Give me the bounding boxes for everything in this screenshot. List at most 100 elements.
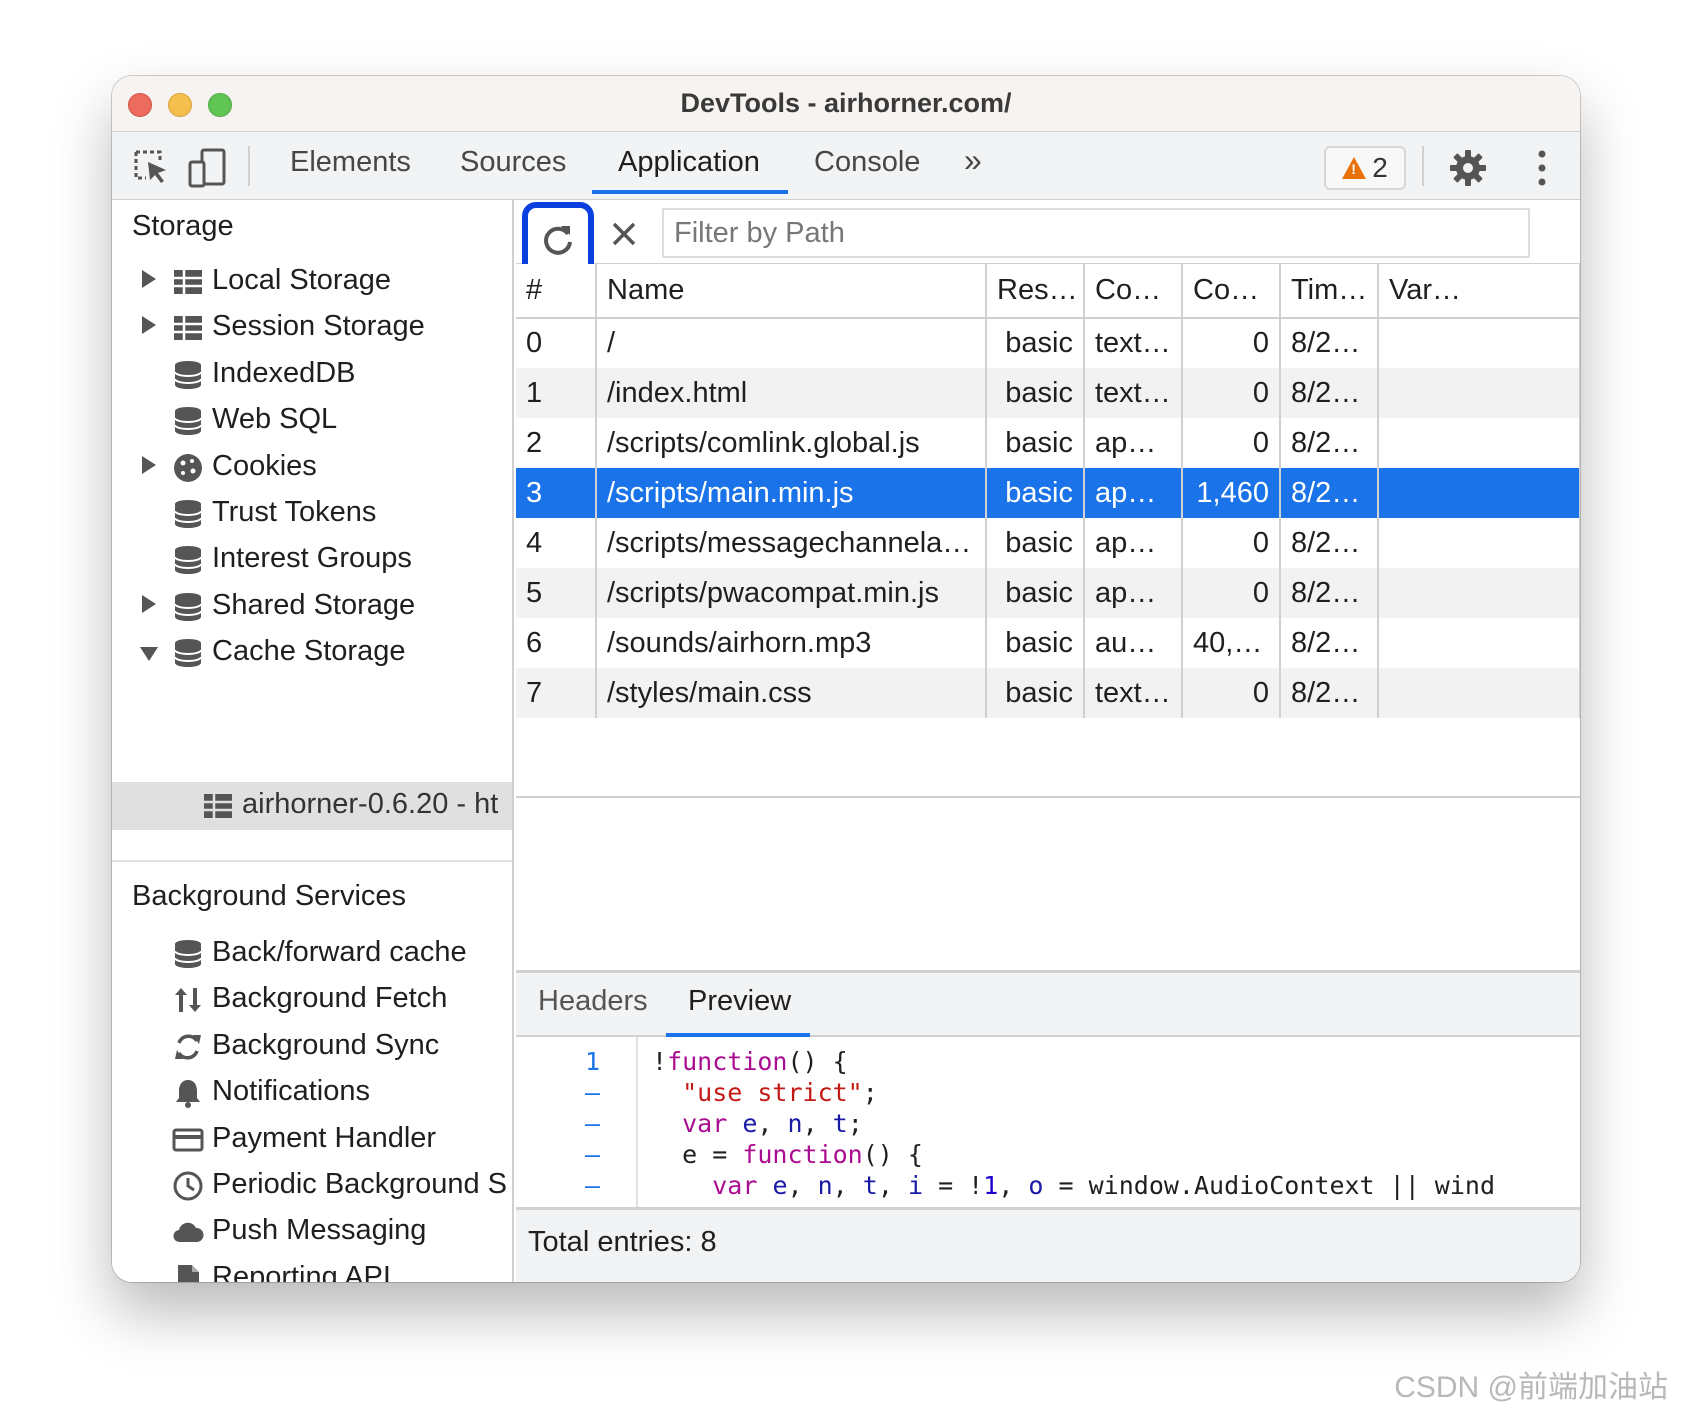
column-header-content-length[interactable]: Co… — [1182, 264, 1281, 319]
cell-content-length: 0 — [1182, 568, 1281, 618]
inspect-element-icon[interactable] — [132, 148, 172, 188]
line-number-gutter: 1– – – – — [516, 1037, 638, 1207]
column-header-name[interactable]: Name — [596, 264, 987, 319]
tab-headers[interactable]: Headers — [538, 985, 648, 1018]
application-sidebar: Storage Local Storage Session Storage Inde… — [112, 200, 514, 1282]
cell-vary — [1378, 318, 1580, 368]
cell-name: / — [596, 318, 987, 368]
cell-vary — [1378, 468, 1580, 518]
sidebar-item-background-sync[interactable]: Background Sync — [112, 1023, 512, 1071]
cell-content-length: 40,… — [1182, 618, 1281, 668]
sidebar-item-session-storage[interactable]: Session Storage — [112, 304, 512, 352]
database-icon — [174, 940, 202, 968]
table-row[interactable]: 2/scripts/comlink.global.js basic app… 0 8/2… — [516, 418, 1580, 468]
more-options-icon[interactable] — [1522, 148, 1562, 188]
more-tabs-button[interactable]: » — [964, 142, 982, 196]
cell-response-type: basic — [986, 668, 1085, 718]
sidebar-item-interest-groups[interactable]: Interest Groups — [112, 536, 512, 584]
cell-vary — [1378, 618, 1580, 668]
cell-index: 3 — [516, 468, 597, 518]
sidebar-item-web-sql[interactable]: Web SQL — [112, 397, 512, 445]
cell-content-length: 0 — [1182, 368, 1281, 418]
expand-arrow-icon[interactable] — [142, 270, 156, 288]
table-row[interactable]: 4/scripts/messagechannela… basic app… 0 8/2… — [516, 518, 1580, 568]
tab-sources[interactable]: Sources — [460, 146, 566, 200]
cell-response-type: basic — [986, 468, 1085, 518]
status-bar: Total entries: 8 — [516, 1208, 1580, 1282]
sidebar-item-label: Interest Groups — [212, 542, 412, 575]
warning-icon: ! — [1342, 157, 1367, 179]
cell-content-type: text… — [1084, 368, 1183, 418]
filter-by-path-input[interactable] — [662, 208, 1530, 258]
tab-console[interactable]: Console — [814, 146, 920, 200]
sidebar-item-cache-storage[interactable]: Cache Storage — [112, 629, 512, 677]
line-number: – — [584, 1140, 600, 1169]
cache-storage-entry[interactable]: airhorner-0.6.20 - ht — [112, 782, 512, 830]
active-tab-indicator — [592, 190, 788, 194]
cell-index: 1 — [516, 368, 597, 418]
table-bottom-border — [516, 796, 1580, 798]
sidebar-item-trust-tokens[interactable]: Trust Tokens — [112, 490, 512, 538]
database-icon — [174, 407, 202, 436]
source-preview: 1– – – – !function() { "use strict"; var e,… — [516, 1037, 1580, 1207]
column-header-time-cached[interactable]: Tim… — [1280, 264, 1379, 319]
table-row[interactable]: 5/scripts/pwacompat.min.js basic app… 0 8/2… — [516, 568, 1580, 618]
column-header-response-type[interactable]: Res… — [986, 264, 1085, 319]
collapse-arrow-icon[interactable] — [140, 647, 158, 662]
refresh-icon — [544, 226, 572, 255]
cell-response-type: basic — [986, 318, 1085, 368]
cache-entries-table: # Name Res… Co… Co… Tim… Var… 0/basic tex… — [516, 264, 1580, 718]
line-number: 1 — [584, 1047, 600, 1076]
cell-index: 2 — [516, 418, 597, 468]
expand-arrow-icon[interactable] — [142, 316, 156, 335]
cell-time-cached: 8/2… — [1280, 318, 1379, 368]
cell-time-cached: 8/2… — [1280, 668, 1379, 718]
sidebar-item-back-forward-cache[interactable]: Back/forward cache — [112, 930, 512, 978]
table-row[interactable]: 7/styles/main.css basic text… 0 8/2… — [516, 668, 1580, 718]
tab-elements[interactable]: Elements — [290, 146, 411, 200]
sidebar-item-label: Trust Tokens — [212, 496, 377, 528]
sidebar-item-cookies[interactable]: Cookies — [112, 444, 512, 492]
sidebar-item-push-messaging[interactable]: Push Messaging — [112, 1208, 512, 1256]
column-header-content-type[interactable]: Co… — [1084, 264, 1183, 319]
warnings-counter[interactable]: ! 2 — [1324, 146, 1406, 190]
sidebar-item-label: Push Messaging — [212, 1214, 427, 1247]
expand-arrow-icon[interactable] — [142, 594, 156, 613]
sidebar-item-notifications[interactable]: Notifications — [112, 1069, 512, 1117]
sidebar-item-shared-storage[interactable]: Shared Storage — [112, 583, 512, 631]
table-row[interactable]: 0/basic text… 0 8/2… — [516, 318, 1580, 368]
main-toolbar: Elements Sources Application Console » !… — [112, 132, 1580, 200]
cell-content-type: app… — [1084, 468, 1183, 518]
watermark: CSDN @前端加油站 — [1394, 1371, 1668, 1404]
table-row[interactable]: 6/sounds/airhorn.mp3 basic aud… 40,… 8/2… — [516, 618, 1580, 668]
cell-vary — [1378, 418, 1580, 468]
sidebar-item-background-fetch[interactable]: Background Fetch — [112, 976, 512, 1024]
database-icon — [174, 639, 202, 668]
database-icon — [174, 546, 202, 575]
column-header-index[interactable]: # — [516, 264, 597, 319]
background-services-heading: Background Services — [132, 880, 407, 912]
table-row[interactable]: 3/scripts/main.min.js basic app… 1,460 8/2… — [516, 468, 1580, 518]
sidebar-item-label: Cookies — [212, 449, 317, 482]
bell-icon — [176, 1080, 200, 1109]
database-icon — [174, 592, 202, 621]
cell-time-cached: 8/2… — [1280, 618, 1379, 668]
clear-icon[interactable] — [608, 218, 640, 250]
sidebar-item-label: Payment Handler — [212, 1121, 437, 1154]
sidebar-item-periodic-background-s[interactable]: Periodic Background S — [112, 1162, 512, 1210]
cell-index: 0 — [516, 318, 597, 368]
cell-response-type: basic — [986, 368, 1085, 418]
settings-gear-icon[interactable] — [1448, 148, 1488, 188]
sidebar-item-indexeddb[interactable]: IndexedDB — [112, 351, 512, 399]
expand-arrow-icon[interactable] — [142, 455, 156, 474]
tab-preview[interactable]: Preview — [688, 985, 791, 1018]
sidebar-item-payment-handler[interactable]: Payment Handler — [112, 1116, 512, 1164]
sidebar-item-local-storage[interactable]: Local Storage — [112, 258, 512, 306]
sidebar-item-reporting-api[interactable]: Reporting API — [112, 1255, 512, 1282]
table-row[interactable]: 1/index.html basic text… 0 8/2… — [516, 368, 1580, 418]
column-header-vary[interactable]: Var… — [1378, 264, 1580, 319]
cell-vary — [1378, 368, 1580, 418]
cell-content-length: 0 — [1182, 318, 1281, 368]
device-toolbar-icon[interactable] — [188, 148, 228, 188]
cell-content-type: app… — [1084, 568, 1183, 618]
